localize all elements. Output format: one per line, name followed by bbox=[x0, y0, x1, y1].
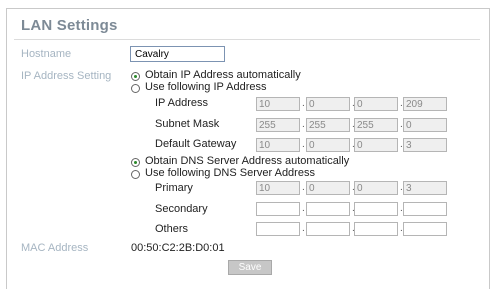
octet-separator: . bbox=[302, 119, 305, 130]
octet-separator: . bbox=[302, 182, 305, 193]
ip-address-octet-3[interactable] bbox=[354, 97, 398, 111]
dns-secondary-label: Secondary bbox=[155, 203, 208, 215]
ip-auto-radio[interactable] bbox=[131, 72, 140, 81]
octet-separator: . bbox=[302, 223, 305, 234]
gateway-octet-4[interactable] bbox=[403, 138, 447, 152]
octet-separator: . bbox=[302, 139, 305, 150]
mac-address-label: MAC Address bbox=[21, 242, 89, 254]
default-gateway-label: Default Gateway bbox=[155, 138, 237, 150]
octet-separator: . bbox=[302, 203, 305, 214]
dns-auto-radio[interactable] bbox=[131, 158, 140, 167]
dns-manual-radio[interactable] bbox=[131, 170, 140, 179]
save-button[interactable]: Save bbox=[228, 260, 272, 275]
dns-others-octet-3[interactable] bbox=[354, 222, 398, 236]
dns-others-octet-2[interactable] bbox=[306, 222, 350, 236]
dns-primary-label: Primary bbox=[155, 182, 193, 194]
ip-address-label: IP Address bbox=[155, 97, 208, 109]
ip-address-octet-4[interactable] bbox=[403, 97, 447, 111]
ip-address-octet-2[interactable] bbox=[306, 97, 350, 111]
subnet-mask-octet-3[interactable] bbox=[354, 118, 398, 132]
mac-address-value: 00:50:C2:2B:D0:01 bbox=[131, 242, 225, 254]
subnet-mask-octet-1[interactable] bbox=[256, 118, 300, 132]
subnet-mask-octet-2[interactable] bbox=[306, 118, 350, 132]
dns-secondary-octet-4[interactable] bbox=[403, 202, 447, 216]
gateway-octet-1[interactable] bbox=[256, 138, 300, 152]
ip-manual-label: Use following IP Address bbox=[145, 81, 267, 93]
title-divider bbox=[14, 39, 480, 40]
subnet-mask-label: Subnet Mask bbox=[155, 118, 220, 130]
dns-others-octet-4[interactable] bbox=[403, 222, 447, 236]
dns-others-label: Others bbox=[155, 223, 189, 235]
dns-primary-octet-2[interactable] bbox=[306, 181, 350, 195]
hostname-label: Hostname bbox=[21, 48, 72, 60]
ip-manual-radio[interactable] bbox=[131, 84, 140, 93]
dns-manual-label: Use following DNS Server Address bbox=[145, 167, 315, 179]
dns-primary-octet-1[interactable] bbox=[256, 181, 300, 195]
page-title: LAN Settings bbox=[21, 17, 118, 34]
subnet-mask-octet-4[interactable] bbox=[403, 118, 447, 132]
dns-secondary-octet-2[interactable] bbox=[306, 202, 350, 216]
ip-auto-label: Obtain IP Address automatically bbox=[145, 69, 301, 81]
dns-secondary-octet-3[interactable] bbox=[354, 202, 398, 216]
dns-primary-octet-4[interactable] bbox=[403, 181, 447, 195]
dns-secondary-octet-1[interactable] bbox=[256, 202, 300, 216]
dns-others-octet-1[interactable] bbox=[256, 222, 300, 236]
dns-primary-octet-3[interactable] bbox=[354, 181, 398, 195]
ip-setting-label: IP Address Setting bbox=[21, 70, 112, 82]
gateway-octet-2[interactable] bbox=[306, 138, 350, 152]
hostname-input[interactable] bbox=[130, 46, 225, 62]
gateway-octet-3[interactable] bbox=[354, 138, 398, 152]
ip-address-octet-1[interactable] bbox=[256, 97, 300, 111]
dns-auto-label: Obtain DNS Server Address automatically bbox=[145, 155, 350, 167]
octet-separator: . bbox=[302, 98, 305, 109]
